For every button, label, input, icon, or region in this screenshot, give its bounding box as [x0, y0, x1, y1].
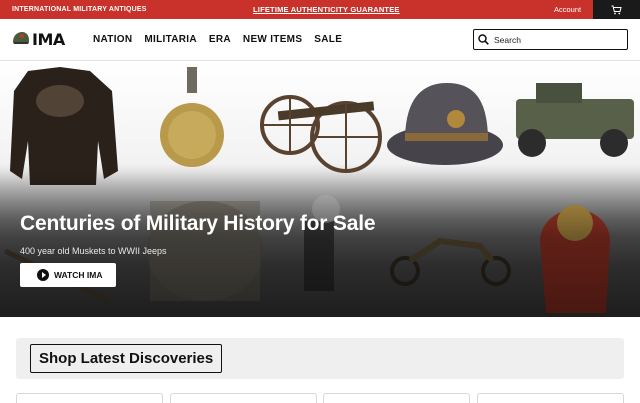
site-header: IMA NATION MILITARIA ERA NEW ITEMS SALE	[0, 19, 640, 61]
nav-new-items[interactable]: NEW ITEMS	[243, 34, 302, 45]
product-card[interactable]	[16, 393, 163, 403]
play-icon	[37, 269, 49, 281]
search-box[interactable]	[473, 29, 628, 50]
watch-ima-label: WATCH IMA	[54, 270, 103, 280]
hero-subtitle: 400 year old Muskets to WWII Jeeps	[20, 246, 167, 256]
nav-era[interactable]: ERA	[209, 34, 231, 45]
hero-gradient-overlay	[0, 171, 640, 317]
section-title: Shop Latest Discoveries	[30, 344, 223, 373]
top-promo-bar: INTERNATIONAL MILITARY ANTIQUES LIFETIME…	[0, 0, 640, 19]
product-card[interactable]	[323, 393, 470, 403]
nav-nation[interactable]: NATION	[93, 34, 132, 45]
nav-militaria[interactable]: MILITARIA	[144, 34, 197, 45]
shop-latest-section: Shop Latest Discoveries	[16, 338, 624, 379]
watch-ima-button[interactable]: WATCH IMA	[20, 263, 116, 287]
search-icon	[478, 34, 489, 45]
product-card[interactable]	[170, 393, 317, 403]
product-cards-row	[16, 393, 624, 403]
store-name-text: INTERNATIONAL MILITARY ANTIQUES	[12, 6, 147, 13]
ima-logo[interactable]: IMA	[12, 28, 68, 50]
hero-banner: Centuries of Military History for Sale 4…	[0, 61, 640, 317]
authenticity-guarantee-link[interactable]: LIFETIME AUTHENTICITY GUARANTEE	[253, 5, 400, 14]
logo-text: IMA	[32, 29, 65, 49]
main-nav: NATION MILITARIA ERA NEW ITEMS SALE	[93, 34, 342, 45]
hero-title: Centuries of Military History for Sale	[20, 212, 376, 235]
nav-sale[interactable]: SALE	[314, 34, 342, 45]
search-input[interactable]	[494, 34, 614, 45]
account-link[interactable]: Account	[554, 5, 581, 14]
cart-button[interactable]	[593, 0, 640, 19]
product-card[interactable]	[477, 393, 624, 403]
cart-icon	[611, 5, 622, 14]
helmet-logo-icon	[13, 32, 29, 44]
